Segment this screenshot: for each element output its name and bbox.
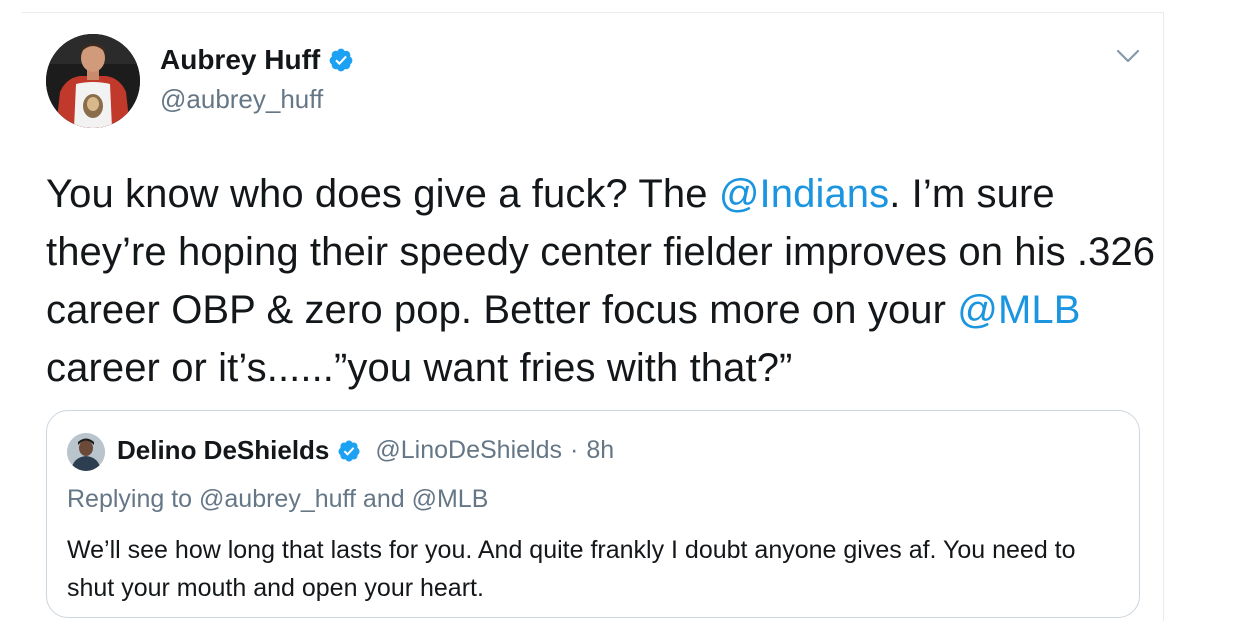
tweet-text: You know who does give a fuck? The @Indi… — [46, 165, 1166, 397]
quoted-tweet-text: We’ll see how long that lasts for you. A… — [67, 536, 1076, 602]
chevron-down-icon[interactable] — [1114, 46, 1142, 66]
quoted-avatar-image — [67, 433, 105, 471]
avatar-image — [46, 34, 140, 128]
verified-badge-icon — [329, 48, 353, 72]
quoted-header: Delino DeShields @LinoDeShields · 8h — [117, 435, 614, 466]
quoted-handle[interactable]: @LinoDeShields — [375, 436, 562, 465]
quoted-replying-to: Replying to @aubrey_huff and @MLB — [67, 485, 489, 513]
quoted-display-name[interactable]: Delino DeShields — [117, 435, 329, 466]
author-handle[interactable]: @aubrey_huff — [160, 84, 323, 115]
quoted-separator: · — [570, 436, 579, 464]
quoted-timestamp[interactable]: 8h — [586, 436, 614, 465]
author-display-name[interactable]: Aubrey Huff — [160, 44, 320, 76]
quoted-author-avatar[interactable] — [67, 433, 105, 471]
mention-link-indians[interactable]: @Indians — [719, 172, 889, 216]
author-name-row: Aubrey Huff — [160, 44, 354, 76]
author-avatar[interactable] — [46, 34, 140, 128]
tweet-text-segment: career or it’s......”you want fries with… — [46, 346, 793, 390]
verified-badge-icon — [338, 440, 360, 461]
quoted-tweet[interactable]: Delino DeShields @LinoDeShields · 8h Rep… — [46, 410, 1140, 618]
tweet-text-segment: You know who does give a fuck? The — [46, 172, 719, 216]
mention-link-mlb[interactable]: @MLB — [957, 288, 1080, 332]
